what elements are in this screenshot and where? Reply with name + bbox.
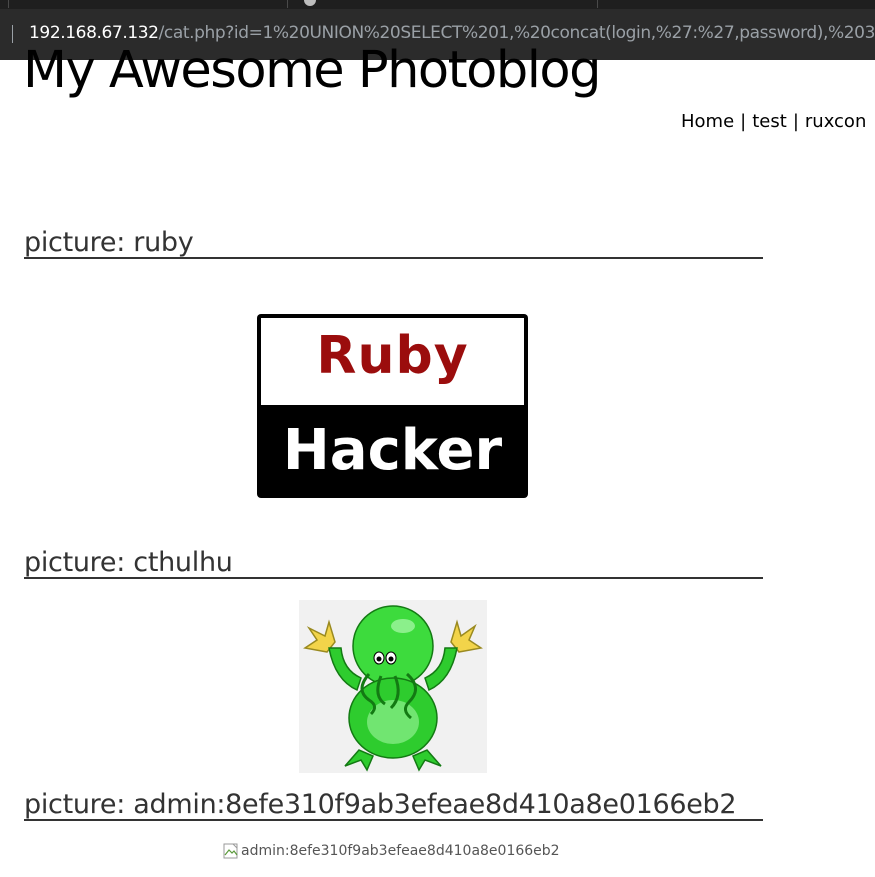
picture-heading-ruby: picture: ruby — [24, 228, 763, 260]
nav-link-ruxcon[interactable]: ruxcon — [805, 111, 866, 132]
url-field[interactable]: 192.168.67.132/cat.php?id=1%20UNION%20SE… — [29, 23, 875, 43]
picture-heading-cthulhu: picture: cthulhu — [24, 548, 763, 580]
logo-word-hacker: Hacker — [282, 418, 503, 483]
broken-image-icon — [223, 843, 239, 859]
nav-link-home[interactable]: Home — [681, 111, 734, 132]
cthulhu-icon — [303, 605, 483, 772]
logo-word-ruby: Ruby — [316, 326, 469, 386]
tab-divider — [597, 0, 598, 8]
nav-separator: | — [792, 111, 799, 132]
browser-tab-strip — [0, 0, 875, 9]
ruby-hacker-image[interactable]: Ruby Hacker — [257, 314, 528, 498]
nav-separator: | — [740, 111, 747, 132]
url-host: 192.168.67.132 — [29, 23, 159, 43]
cthulhu-image[interactable] — [299, 600, 487, 773]
picture-heading-admin: picture: admin:8efe310f9ab3efeae8d410a8e… — [24, 790, 763, 822]
broken-image-alt: admin:8efe310f9ab3efeae8d410a8e0166eb2 — [241, 843, 560, 859]
site-title: My Awesome Photoblog — [23, 41, 601, 100]
tab-divider — [8, 0, 9, 8]
tab-favicon-icon[interactable] — [304, 0, 316, 6]
broken-image[interactable]: admin:8efe310f9ab3efeae8d410a8e0166eb2 — [223, 843, 560, 859]
text-cursor — [12, 25, 13, 43]
tab-divider — [287, 0, 288, 8]
nav-link-test[interactable]: test — [752, 111, 787, 132]
url-path: /cat.php?id=1%20UNION%20SELECT%201,%20co… — [158, 23, 875, 43]
site-nav: Home | test | ruxcon — [681, 111, 866, 132]
